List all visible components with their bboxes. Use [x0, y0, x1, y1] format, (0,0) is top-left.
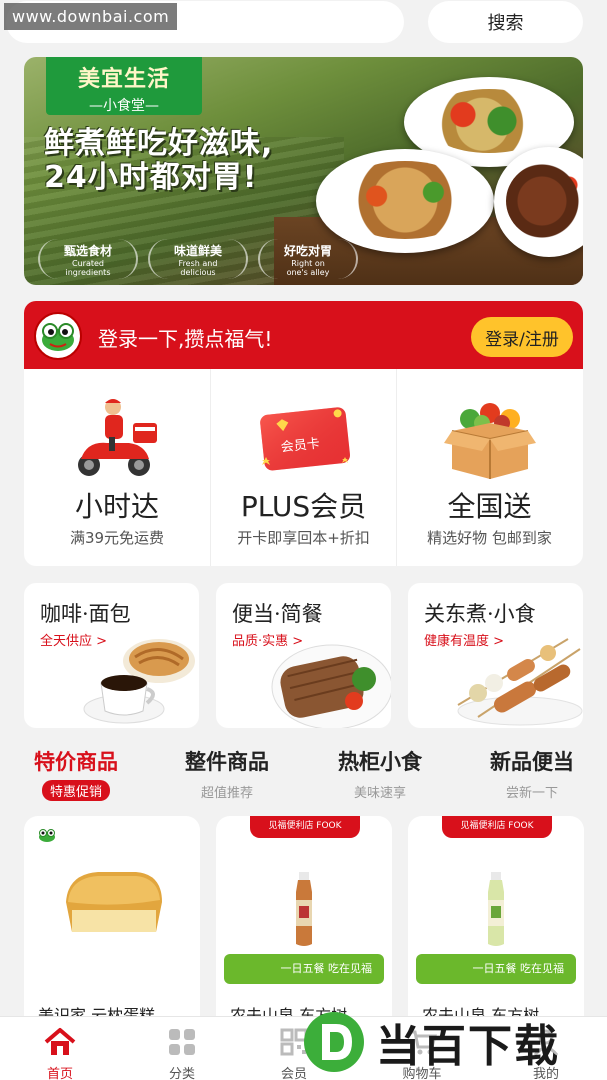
site-watermark: www.downbai.com	[4, 3, 178, 30]
home-icon	[44, 1028, 76, 1055]
member-card-icon: 会员卡	[259, 407, 350, 471]
cake-image	[66, 872, 162, 932]
store-label: 见福便利店 FOOK	[442, 816, 552, 838]
tab-label: 热柜小食	[338, 750, 422, 774]
badge-fresh: 味道鲜美 Fresh and delicious	[148, 239, 248, 279]
tea-bottle-image	[488, 872, 504, 946]
nav-home[interactable]: 首页	[10, 1027, 110, 1080]
nav-label: 首页	[46, 1067, 73, 1080]
tab-hot-snacks[interactable]: 热柜小食 美味速享	[310, 746, 450, 801]
category-title: 便当·简餐	[232, 602, 323, 626]
slogan-line-2: 24小时都对胃!	[44, 160, 258, 195]
tab-special-offers[interactable]: 特价商品 特惠促销	[6, 746, 146, 801]
tab-sub: 超值推荐	[200, 786, 253, 801]
tab-label: 新品便当	[490, 750, 574, 774]
brand-logo: 美宜生活 —小食堂—	[46, 57, 202, 115]
service-title: 全国送	[447, 490, 532, 523]
frog-avatar-icon[interactable]	[34, 312, 82, 360]
tab-whole-case[interactable]: 整件商品 超值推荐	[157, 746, 297, 801]
badge-sub: Curated	[72, 259, 104, 268]
login-register-button[interactable]: 登录/注册	[471, 317, 573, 357]
food-plate-image	[316, 149, 494, 253]
category-coffee-bread[interactable]: 咖啡·面包 全天供应 >	[24, 583, 199, 728]
banner-slogan: 鲜煮鲜吃好滋味, 24小时都对胃!	[44, 127, 273, 195]
tab-sub: 美味速享	[353, 786, 406, 801]
badge-curated: 甄选食材 Curated ingredients	[38, 239, 138, 279]
service-hourly-delivery[interactable]: 小时达 满39元免运费	[24, 369, 210, 566]
service-title: PLUS会员	[240, 490, 367, 523]
site-watermark-logo: 当百下载	[300, 1008, 600, 1076]
frog-mini-icon	[39, 829, 55, 842]
badge-sub: Fresh and	[178, 259, 218, 268]
oden-skewers-image	[457, 638, 583, 726]
service-subtitle: 开卡即享回本+折扣	[237, 529, 370, 547]
watermark-text: 当百下载	[376, 1021, 560, 1072]
service-subtitle: 精选好物 包邮到家	[427, 529, 552, 547]
grid-icon	[169, 1029, 195, 1055]
product-card[interactable]: 美识家 云枕蛋糕	[24, 816, 200, 1046]
member-card: 登录一下,攒点福气! 登录/注册 小时达 满39元免运费 会员卡 PLUS会员 …	[24, 301, 583, 566]
search-button[interactable]: 搜索	[428, 1, 583, 43]
category-bento[interactable]: 便当·简餐 品质·实惠 >	[216, 583, 391, 728]
service-plus-member[interactable]: 会员卡 PLUS会员 开卡即享回本+折扣	[210, 369, 396, 566]
tab-sub: 尝新一下	[505, 786, 558, 801]
product-tabs: 特价商品 特惠促销 整件商品 超值推荐 热柜小食 美味速享 新品便当 尝新一下	[0, 746, 607, 806]
watermark-d-logo-icon	[304, 1012, 364, 1072]
promo-banner[interactable]: 美宜生活 —小食堂— 鲜煮鲜吃好滋味, 24小时都对胃! 甄选食材 Curate…	[24, 57, 583, 285]
badge-sub: Right on	[291, 259, 325, 268]
nav-label: 分类	[168, 1067, 195, 1080]
promo-band: 一日五餐 吃在见福	[224, 954, 384, 984]
tab-label: 特价商品	[34, 750, 118, 774]
slogan-line-1: 鲜煮鲜吃好滋味,	[44, 126, 274, 161]
service-title: 小时达	[74, 490, 159, 523]
delivery-scooter-icon	[78, 399, 157, 476]
tab-label: 整件商品	[185, 750, 269, 774]
badge-sub: ingredients	[65, 268, 111, 277]
category-title: 咖啡·面包	[40, 602, 131, 626]
tab-active-pill: 特惠促销	[41, 780, 110, 801]
category-oden-snacks[interactable]: 关东煮·小食 健康有温度 >	[408, 583, 583, 728]
category-title: 关东煮·小食	[424, 602, 536, 626]
badge-sub: one's alley	[286, 268, 330, 277]
tab-new-bento[interactable]: 新品便当 尝新一下	[462, 746, 602, 801]
login-strip: 登录一下,攒点福气! 登录/注册	[24, 301, 583, 369]
badge-title: 甄选食材	[63, 244, 112, 258]
badge-title: 好吃对胃	[283, 244, 332, 258]
promo-band: 一日五餐 吃在见福	[416, 954, 576, 984]
login-prompt: 登录一下,攒点福气!	[98, 327, 273, 351]
service-subtitle: 满39元免运费	[69, 529, 165, 547]
nav-category[interactable]: 分类	[132, 1027, 232, 1080]
bento-image	[271, 644, 391, 728]
brand-name: 美宜生活	[77, 67, 170, 92]
service-nationwide[interactable]: 全国送 精选好物 包邮到家	[396, 369, 582, 566]
top-bar: 搜索 www.downbai.com	[0, 0, 607, 48]
tea-bottle-image	[296, 872, 312, 946]
coffee-bread-image	[83, 639, 195, 724]
badge-right: 好吃对胃 Right on one's alley	[258, 239, 358, 279]
badge-title: 味道鲜美	[173, 244, 222, 258]
service-row: 小时达 满39元免运费 会员卡 PLUS会员 开卡即享回本+折扣 全国送 精选好…	[24, 369, 583, 566]
badge-sub: delicious	[180, 268, 216, 277]
banner-badges: 甄选食材 Curated ingredients 味道鲜美 Fresh and …	[38, 239, 358, 279]
brand-subname: —小食堂—	[89, 98, 159, 114]
store-label: 见福便利店 FOOK	[250, 816, 360, 838]
grocery-box-icon	[443, 403, 536, 479]
